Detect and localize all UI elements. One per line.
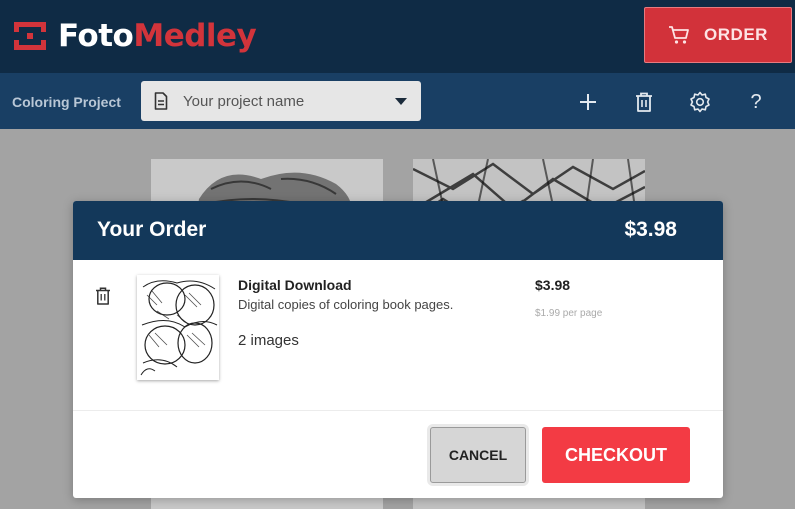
chevron-down-icon	[395, 98, 407, 105]
item-count: 2 images	[238, 332, 299, 349]
trash-icon	[636, 92, 652, 112]
trash-icon	[96, 287, 110, 305]
order-modal: Your Order $3.98 Digital Download Digita…	[73, 201, 723, 498]
settings-button[interactable]	[688, 90, 712, 114]
checkout-button[interactable]: CHECKOUT	[542, 427, 690, 483]
logo-text: FotoMedley	[58, 16, 257, 56]
gear-icon	[690, 91, 710, 113]
remove-item-button[interactable]	[95, 287, 111, 310]
project-name-select[interactable]: Your project name	[141, 81, 421, 121]
item-unit-price: $1.99 per page	[535, 308, 603, 319]
add-project-button[interactable]	[576, 90, 600, 114]
document-icon	[154, 92, 168, 110]
help-button[interactable]: ?	[744, 90, 768, 114]
delete-project-button[interactable]	[632, 90, 656, 114]
order-button-label: ORDER	[704, 25, 768, 44]
project-label: Coloring Project	[12, 94, 121, 110]
cart-icon	[669, 26, 689, 44]
help-icon: ?	[750, 90, 762, 113]
project-toolbar: Coloring Project Your project name ?	[0, 73, 795, 129]
logo-text-foto: Foto	[58, 18, 134, 54]
item-price: $3.98	[535, 277, 571, 293]
item-description: Digital copies of coloring book pages.	[238, 297, 454, 312]
divider	[73, 410, 723, 411]
sketch-image	[137, 275, 219, 380]
modal-header: Your Order $3.98	[73, 201, 723, 260]
cancel-button[interactable]: CANCEL	[430, 427, 526, 483]
logo[interactable]: FotoMedley	[12, 16, 257, 56]
logo-text-medley: Medley	[133, 18, 257, 54]
plus-icon	[580, 94, 596, 110]
order-total: $3.98	[624, 218, 677, 241]
project-name-placeholder: Your project name	[183, 92, 305, 110]
item-thumbnail	[137, 275, 219, 380]
logo-icon	[14, 22, 46, 50]
item-name: Digital Download	[238, 277, 352, 293]
app-header: FotoMedley ORDER	[0, 0, 795, 73]
order-button[interactable]: ORDER	[644, 7, 792, 63]
modal-title: Your Order	[97, 218, 207, 241]
